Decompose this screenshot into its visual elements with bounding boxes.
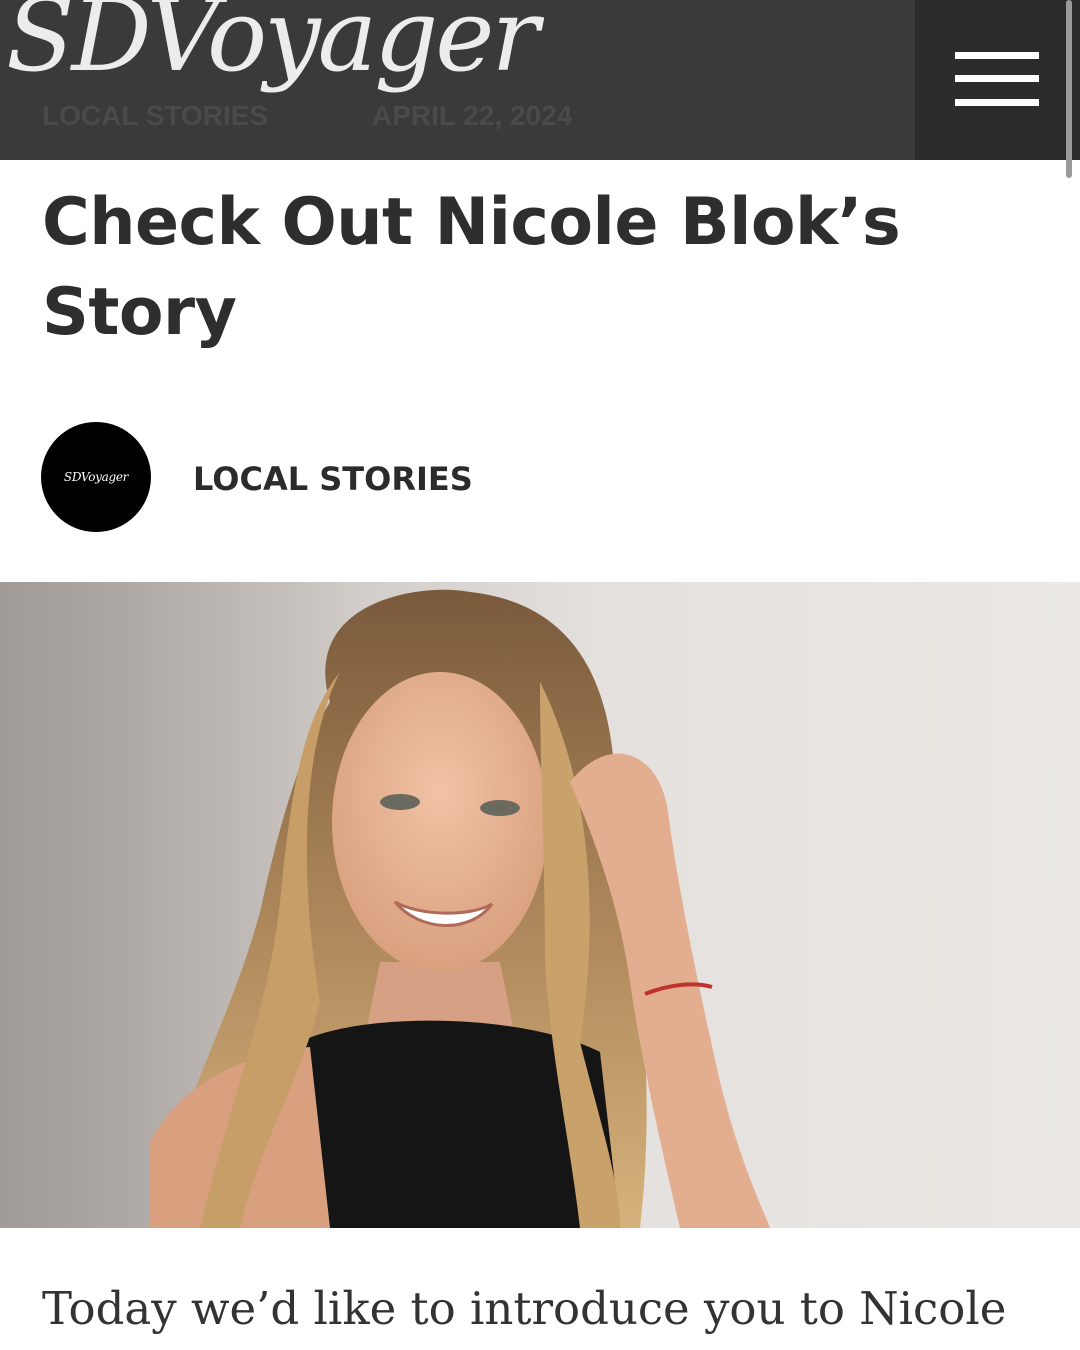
article-intro: Today we’d like to introduce you to Nico… — [42, 1282, 1007, 1335]
avatar-logo-text: SDVoyager — [63, 470, 129, 484]
menu-button[interactable] — [915, 0, 1080, 160]
site-header: SDVoyager LOCAL STORIES APRIL 22, 2024 — [0, 0, 1080, 160]
author-avatar[interactable]: SDVoyager — [41, 422, 151, 532]
category-link[interactable]: LOCAL STORIES — [193, 460, 473, 498]
hamburger-menu-icon[interactable] — [955, 52, 1039, 106]
header-meta-date: APRIL 22, 2024 — [372, 100, 573, 131]
hero-photo — [0, 582, 1080, 1228]
scrollbar-thumb[interactable] — [1066, 0, 1072, 178]
portrait-illustration — [0, 582, 770, 1228]
header-meta-overlay: LOCAL STORIES APRIL 22, 2024 — [42, 100, 572, 132]
article-title: Check Out Nicole Blok’s Story — [42, 185, 901, 350]
header-meta-category: LOCAL STORIES — [42, 100, 269, 131]
site-logo[interactable]: SDVoyager — [6, 0, 539, 86]
